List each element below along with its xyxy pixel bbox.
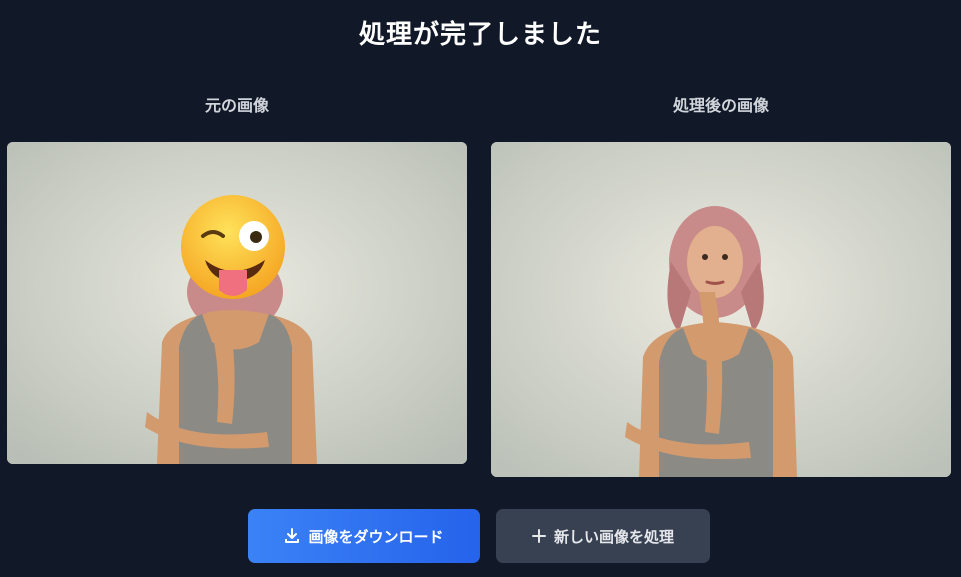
result-page: 処理が完了しました 元の画像 処理後の画像 画像をダウンロード 新しい画像を処理 bbox=[0, 0, 961, 577]
original-image-label: 元の画像 bbox=[204, 96, 269, 115]
download-button-label: 画像をダウンロード bbox=[308, 527, 444, 546]
processed-image-label: 処理後の画像 bbox=[672, 96, 769, 115]
download-button[interactable]: 画像をダウンロード bbox=[248, 509, 480, 563]
page-title: 処理が完了しました bbox=[358, 20, 602, 50]
process-new-image-label: 新しい画像を処理 bbox=[553, 527, 674, 546]
plus-icon bbox=[531, 529, 546, 543]
process-new-image-button[interactable]: 新しい画像を処理 bbox=[496, 509, 710, 563]
processed-image bbox=[491, 142, 951, 477]
download-icon bbox=[284, 528, 300, 544]
original-image bbox=[7, 142, 467, 464]
